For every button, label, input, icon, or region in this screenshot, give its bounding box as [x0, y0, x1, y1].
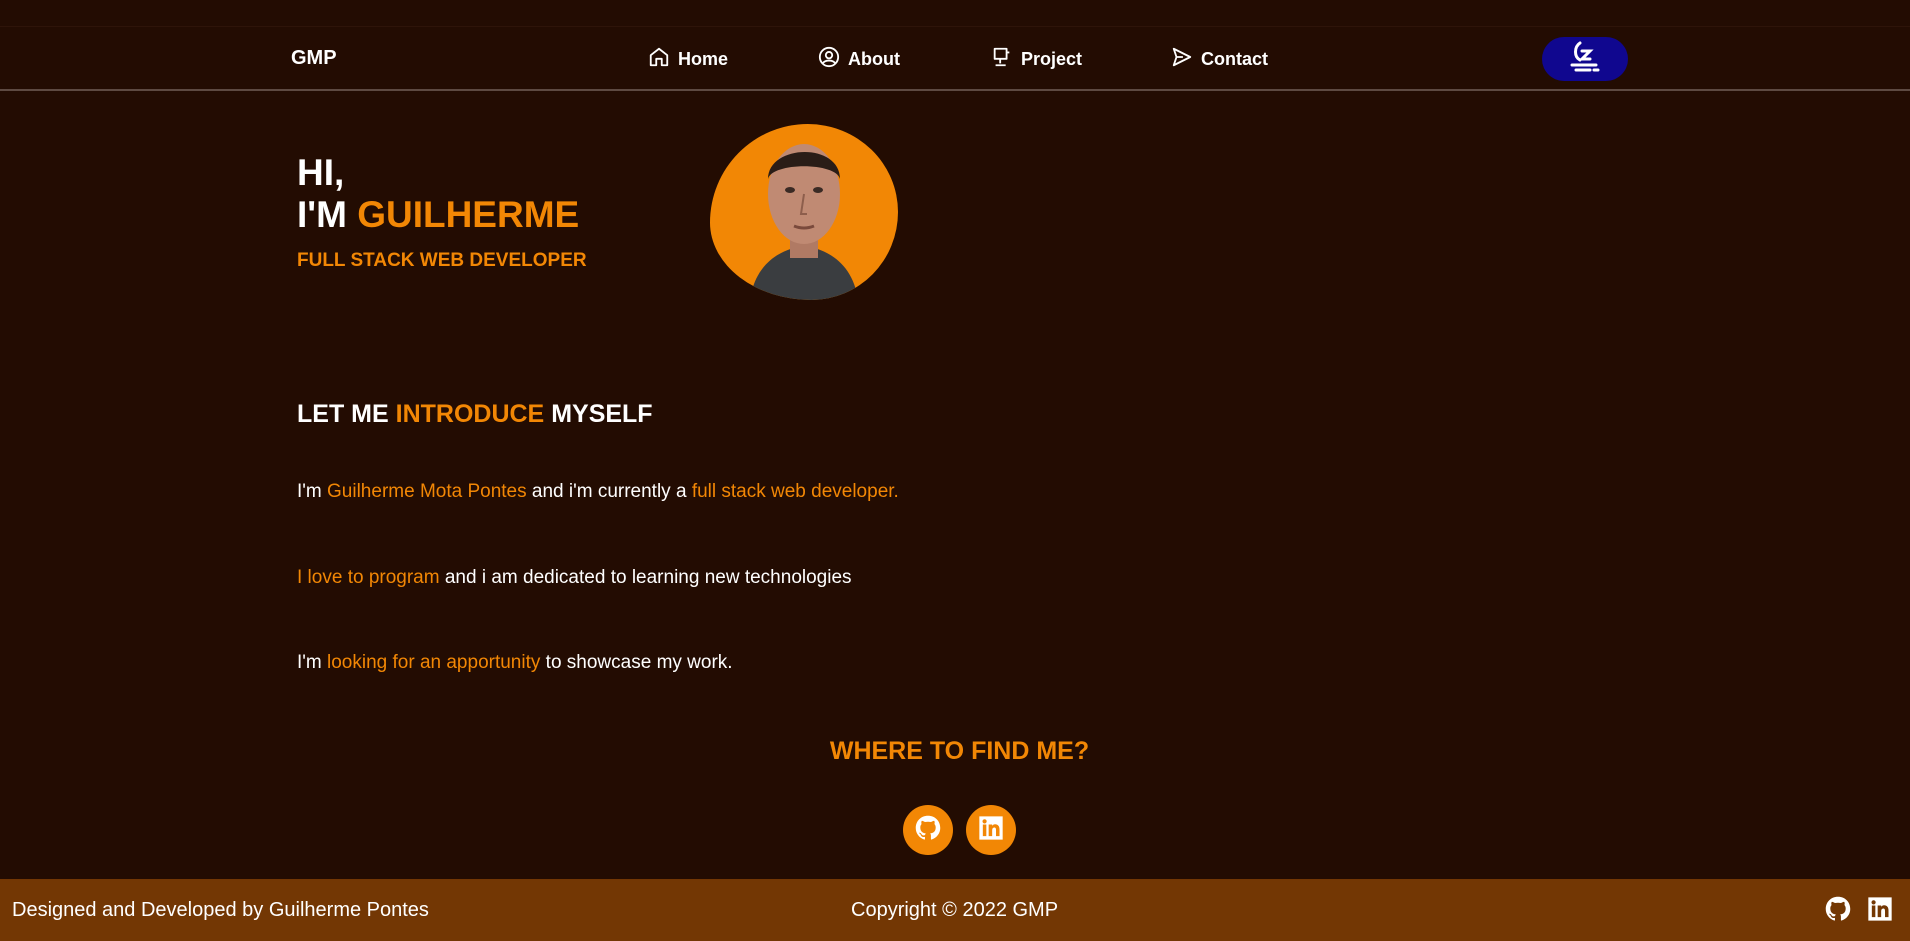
- hero-subtitle: FULL STACK WEB DEVELOPER: [297, 250, 587, 271]
- brand-logo[interactable]: GMP: [291, 47, 337, 70]
- moon-sleep-icon: [1566, 39, 1604, 80]
- home-icon: [648, 46, 670, 73]
- nav-project-label: Project: [1021, 48, 1083, 69]
- find-me-title: WHERE TO FIND ME?: [829, 737, 1090, 765]
- p1-name: Guilherme Mota Pontes: [327, 481, 527, 502]
- nav-project[interactable]: Project: [991, 47, 1082, 71]
- p1-c: and i'm currently a: [531, 481, 687, 502]
- p2-a: I love to program: [297, 567, 440, 588]
- footer-github-icon[interactable]: [1824, 895, 1852, 923]
- intro-title-prefix: LET ME: [297, 400, 389, 428]
- intro-title-suffix: MYSELF: [551, 400, 653, 428]
- hero-im: I'M: [297, 194, 347, 235]
- footer: Designed and Developed by Guilherme Pont…: [0, 879, 1910, 941]
- p1-a: I'm: [297, 481, 322, 502]
- profile-photo: [710, 124, 898, 300]
- github-icon: [914, 814, 942, 847]
- hero-name-line: I'M GUILHERME: [297, 194, 579, 236]
- p1-role: full stack web developer.: [691, 481, 899, 502]
- hero-greeting: HI,: [297, 152, 345, 193]
- p3-c: to showcase my work.: [545, 652, 733, 673]
- navbar: GMP Home About Project Contact: [0, 27, 1910, 91]
- intro-paragraph-2: I love to program and i am dedicated to …: [297, 567, 852, 589]
- p3-b: looking for an apportunity: [327, 652, 541, 673]
- intro-title-highlight: INTRODUCE: [395, 400, 545, 428]
- top-strip: [0, 0, 1910, 27]
- nav-home[interactable]: Home: [648, 47, 728, 71]
- footer-credits: Designed and Developed by Guilherme Pont…: [12, 899, 429, 921]
- intro-title: LET ME INTRODUCE MYSELF: [297, 400, 653, 429]
- footer-linkedin-icon[interactable]: [1866, 895, 1894, 923]
- nav-contact-label: Contact: [1201, 48, 1268, 69]
- nav-contact[interactable]: Contact: [1171, 47, 1268, 71]
- nav-home-label: Home: [678, 48, 729, 69]
- github-link[interactable]: [903, 805, 953, 855]
- presentation-icon: [991, 46, 1013, 73]
- send-icon: [1171, 46, 1193, 73]
- hero-name: GUILHERME: [357, 194, 580, 235]
- user-circle-icon: [818, 46, 840, 73]
- theme-toggle-button[interactable]: [1542, 37, 1628, 81]
- intro-paragraph-1: I'm Guilherme Mota Pontes and i'm curren…: [297, 481, 899, 503]
- p3-a: I'm: [297, 652, 322, 673]
- linkedin-icon: [977, 814, 1005, 847]
- nav-about[interactable]: About: [818, 46, 900, 73]
- intro-paragraph-3: I'm looking for an apportunity to showca…: [297, 652, 733, 674]
- p2-b: and i am dedicated to learning new techn…: [444, 567, 852, 588]
- nav-about-label: About: [848, 48, 900, 69]
- footer-copyright: Copyright © 2022 GMP: [851, 899, 1059, 921]
- linkedin-link[interactable]: [966, 805, 1016, 855]
